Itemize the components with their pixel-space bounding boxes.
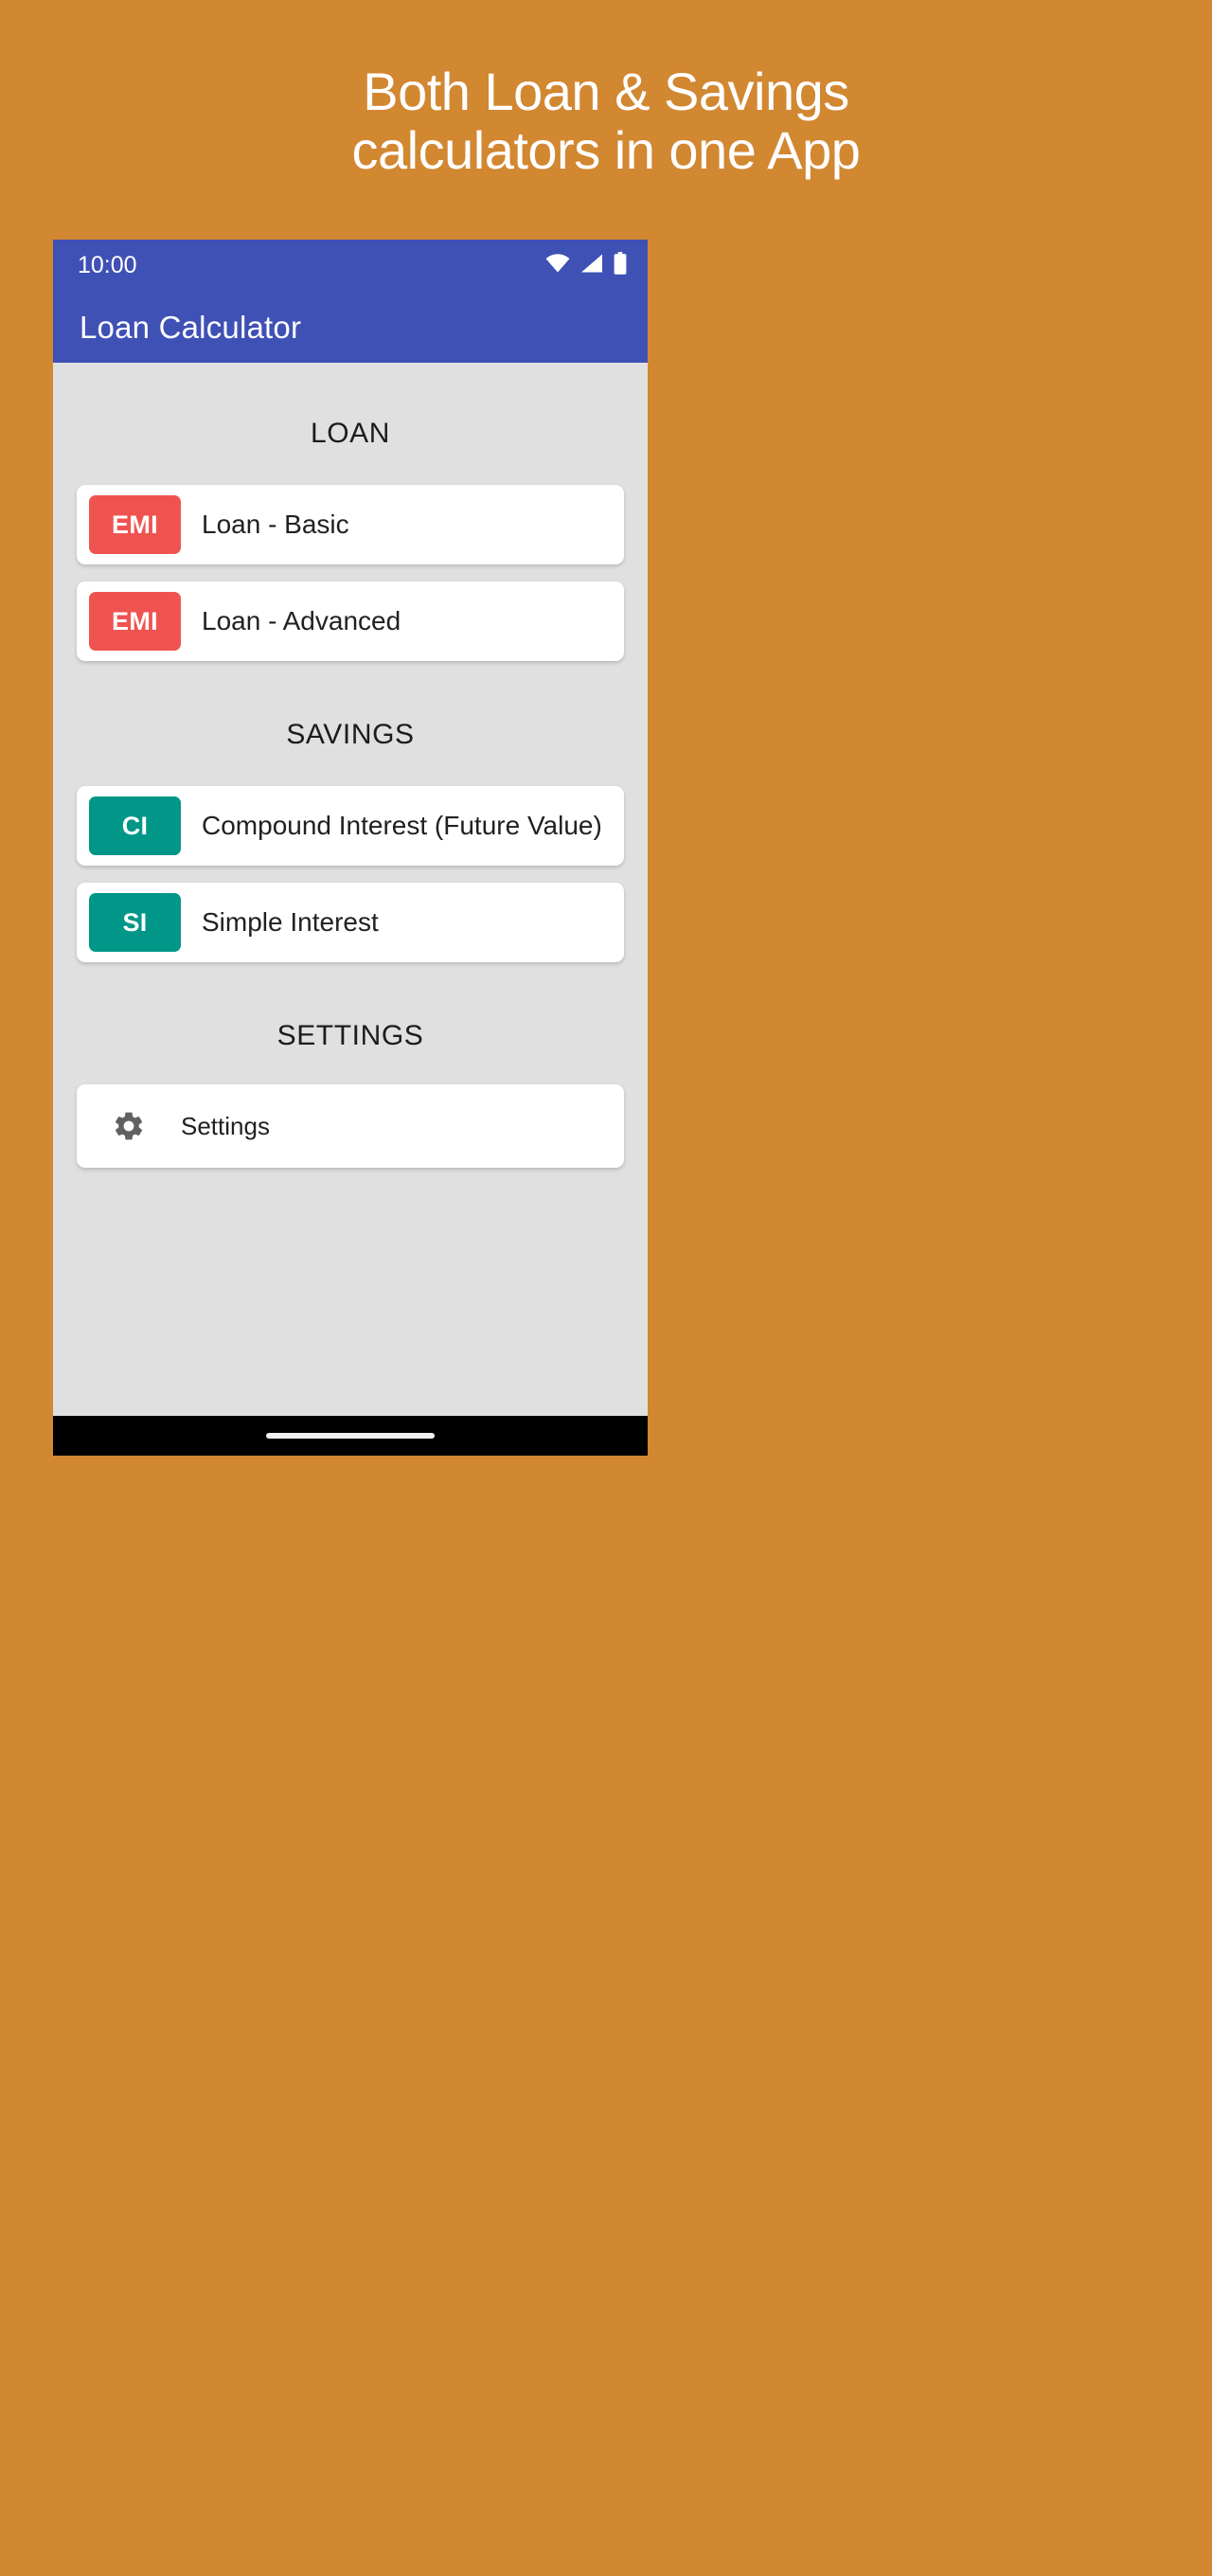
list-item-loan-advanced[interactable]: EMI Loan - Advanced [77,581,624,661]
badge-emi: EMI [89,592,181,651]
list-item-label: Loan - Basic [202,510,349,539]
battery-icon [614,251,627,279]
badge-label: EMI [112,510,158,539]
status-bar-clock: 10:00 [78,251,137,278]
list-item-label: Simple Interest [202,907,379,937]
loan-card-list: EMI Loan - Basic EMI Loan - Advanced [53,485,648,661]
badge-label: SI [122,907,148,937]
list-item-simple-interest[interactable]: SI Simple Interest [77,883,624,962]
section-header-loan: LOAN [310,418,391,449]
phone-mockup: 10:00 Loan Calculator LOAN EMI Loan - Ba… [53,240,648,1456]
app-bar: Loan Calculator [53,291,648,363]
phone-screen: 10:00 Loan Calculator LOAN EMI Loan - Ba… [53,240,648,1416]
phone-navigation-bar [53,1416,648,1456]
section-header-savings: SAVINGS [286,719,415,750]
gesture-pill[interactable] [266,1433,435,1439]
list-item-label: Settings [181,1112,270,1140]
list-item-settings[interactable]: Settings [77,1084,624,1168]
list-item-label: Compound Interest (Future Value) [202,811,602,840]
promo-headline-line-1: Both Loan & Savings [363,62,849,121]
wifi-icon [545,253,570,277]
badge-emi: EMI [89,495,181,554]
section-header-settings: SETTINGS [276,1020,424,1051]
badge-si: SI [89,893,181,952]
promo-headline: Both Loan & Savings calculators in one A… [0,0,1212,180]
promo-headline-line-2: calculators in one App [351,120,861,180]
list-item-label: Loan - Advanced [202,606,401,635]
gear-icon [77,1109,181,1143]
settings-card-list: Settings [53,1084,648,1168]
app-bar-title: Loan Calculator [80,309,302,345]
savings-card-list: CI Compound Interest (Future Value) SI S… [53,786,648,962]
list-item-loan-basic[interactable]: EMI Loan - Basic [77,485,624,564]
badge-ci: CI [89,796,181,855]
badge-label: EMI [112,606,158,635]
status-bar-icons [545,251,627,279]
app-content: LOAN EMI Loan - Basic EMI Loan - Advance… [53,363,648,1416]
list-item-compound-interest[interactable]: CI Compound Interest (Future Value) [77,786,624,866]
badge-label: CI [121,811,149,840]
status-bar: 10:00 [53,240,648,291]
signal-icon [580,254,603,277]
